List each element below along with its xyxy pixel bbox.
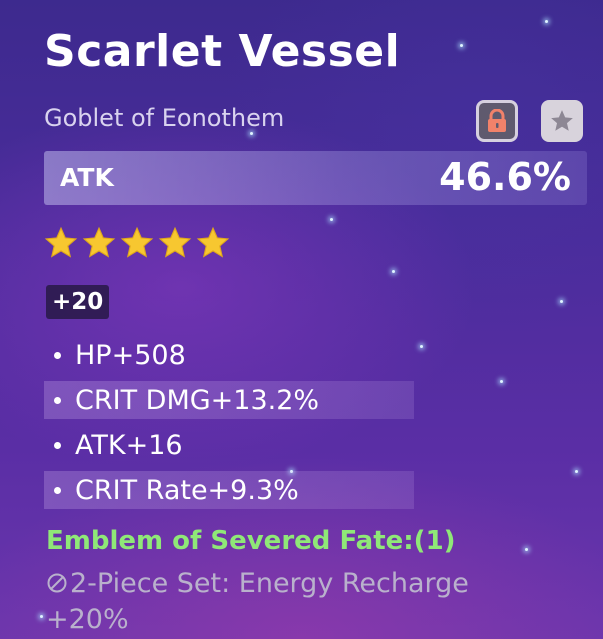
- set-name: Emblem of Severed Fate:(1): [46, 526, 456, 556]
- artifact-name: Scarlet Vessel: [44, 26, 401, 77]
- rarity-star-icon: [196, 226, 230, 258]
- sparkle: [40, 615, 43, 618]
- substat-label: ATK+16: [75, 429, 183, 461]
- sparkle: [392, 270, 395, 273]
- star-icon: [551, 110, 573, 131]
- favorite-button[interactable]: [541, 100, 583, 142]
- substat-label: CRIT Rate+9.3%: [75, 474, 299, 506]
- substat-row: HP+508: [44, 336, 544, 374]
- inactive-icon: [47, 573, 67, 593]
- sparkle: [460, 44, 463, 47]
- main-stat-bar: ATK 46.6%: [44, 151, 587, 205]
- sparkle: [560, 300, 563, 303]
- level-badge: +20: [46, 285, 110, 319]
- set-bonus-line-2: +20%: [46, 604, 129, 635]
- bullet-icon: [54, 486, 61, 494]
- sparkle: [525, 548, 528, 551]
- artifact-type: Goblet of Eonothem: [44, 104, 285, 132]
- substat-row: CRIT DMG+13.2%: [44, 381, 414, 419]
- rarity-star-icon: [158, 226, 192, 258]
- substat-row: CRIT Rate+9.3%: [44, 471, 414, 509]
- bullet-icon: [54, 396, 61, 404]
- rarity-star-icon: [82, 226, 116, 258]
- substat-list: HP+508 CRIT DMG+13.2% ATK+16 CRIT Rate+9…: [44, 336, 544, 516]
- set-bonus-line-1: 2-Piece Set: Energy Recharge: [70, 568, 469, 599]
- rarity-stars: [44, 226, 230, 260]
- sparkle: [575, 470, 578, 473]
- substat-label: CRIT DMG+13.2%: [75, 384, 320, 416]
- substat-row: ATK+16: [44, 426, 544, 464]
- set-bonus: 2-Piece Set: Energy Recharge +20%: [46, 566, 586, 638]
- sparkle: [250, 132, 253, 135]
- substat-label: HP+508: [75, 339, 186, 371]
- bullet-icon: [54, 351, 61, 359]
- main-stat-value: 46.6%: [439, 155, 571, 199]
- sparkle: [330, 218, 333, 221]
- bullet-icon: [54, 441, 61, 449]
- rarity-star-icon: [120, 226, 154, 258]
- rarity-star-icon: [44, 226, 78, 258]
- lock-icon: [488, 109, 506, 132]
- lock-button[interactable]: [476, 100, 518, 142]
- sparkle: [545, 20, 548, 23]
- main-stat-name: ATK: [60, 163, 114, 192]
